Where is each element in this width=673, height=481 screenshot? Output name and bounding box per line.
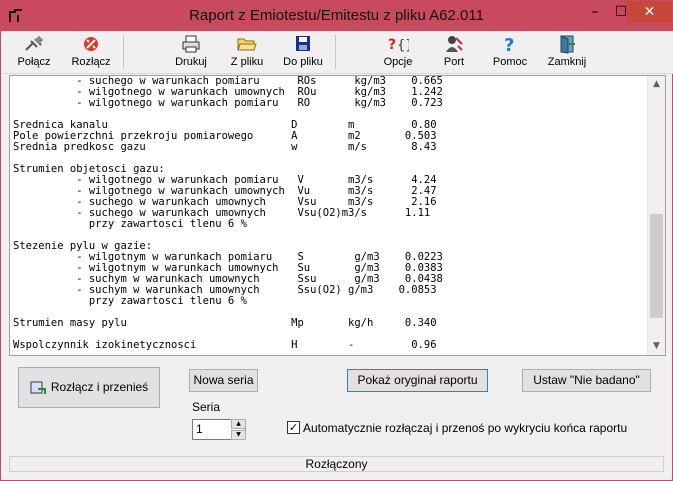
scroll-down-icon[interactable]: ▼ <box>648 338 665 355</box>
set-not-tested-button[interactable]: Ustaw "Nie badano" <box>522 369 651 392</box>
exit-door-icon <box>560 35 575 54</box>
connect-button[interactable]: Połącz <box>16 33 52 71</box>
plug-disconnect-icon <box>84 37 98 51</box>
options-label: Opcje <box>383 56 413 68</box>
options-button[interactable]: ? {} Opcje <box>380 33 416 71</box>
from-file-label: Z pliku <box>230 56 264 68</box>
toolbar-separator <box>123 35 124 69</box>
close-app-button[interactable]: Zamknij <box>547 33 587 71</box>
series-spin-down-icon[interactable]: ▼ <box>231 430 246 440</box>
port-settings-icon <box>446 36 463 52</box>
window-title: Raport z Emiotestu/Emitestu z pliku A62.… <box>189 7 484 24</box>
help-label: Pomoc <box>492 56 528 68</box>
svg-text:?: ? <box>388 37 396 53</box>
disconnect-move-icon <box>30 381 46 394</box>
new-series-button[interactable]: Nowa seria <box>189 369 258 392</box>
help-icon: ? <box>504 35 514 54</box>
help-button[interactable]: ? Pomoc <box>492 33 528 71</box>
report-content: - suchego w warunkach pomiaru ROs kg/m3 … <box>13 75 443 351</box>
report-text-area[interactable]: - suchego w warunkach pomiaru ROs kg/m3 … <box>9 75 666 356</box>
from-file-button[interactable]: Z pliku <box>227 33 267 71</box>
auto-disconnect-checkbox[interactable]: ✓ <box>287 421 300 434</box>
port-button[interactable]: Port <box>439 33 469 71</box>
print-button[interactable]: Drukuj <box>171 33 211 71</box>
status-bar: Rozłączony <box>9 456 664 472</box>
disconnect-move-button[interactable]: Rozłącz i przenieś <box>18 367 160 408</box>
printer-icon <box>182 35 200 53</box>
print-label: Drukuj <box>175 56 207 68</box>
minimize-button[interactable]: – <box>582 1 608 23</box>
close-app-label: Zamknij <box>547 56 587 68</box>
app-window: Raport z Emiotestu/Emitestu z pliku A62.… <box>0 0 673 481</box>
vertical-scrollbar[interactable]: ▲ ▼ <box>647 76 665 355</box>
floppy-save-icon <box>296 36 310 51</box>
port-label: Port <box>443 56 465 68</box>
plug-connect-icon <box>25 35 44 51</box>
disconnect-label: Rozłącz <box>71 56 111 68</box>
scroll-up-icon[interactable]: ▲ <box>648 76 665 93</box>
connect-label: Połącz <box>17 56 51 68</box>
disconnect-move-label: Rozłącz i przenieś <box>50 380 149 394</box>
disconnect-button[interactable]: Rozłącz <box>68 33 114 71</box>
to-file-label: Do pliku <box>283 56 323 68</box>
folder-open-icon <box>237 38 257 51</box>
to-file-button[interactable]: Do pliku <box>281 33 325 71</box>
show-original-report-button[interactable]: Pokaż oryginał raportu <box>347 369 488 392</box>
auto-disconnect-label: Automatycznie rozłączaj i przenoś po wyk… <box>303 421 628 435</box>
svg-text:{}: {} <box>397 38 409 53</box>
title-bar[interactable]: Raport z Emiotestu/Emitestu z pliku A62.… <box>1 1 672 31</box>
series-label: Seria <box>192 400 221 414</box>
toolbar-separator <box>335 35 336 69</box>
toolbar: Połącz Rozłącz Drukuj Z pliku Do pliku ?… <box>2 31 673 74</box>
svg-text:?: ? <box>504 35 514 54</box>
scroll-thumb[interactable] <box>650 214 663 318</box>
series-spin-up-icon[interactable]: ▲ <box>231 419 246 429</box>
options-icon: ? {} <box>388 37 409 53</box>
close-button[interactable]: ✕ <box>627 1 672 23</box>
